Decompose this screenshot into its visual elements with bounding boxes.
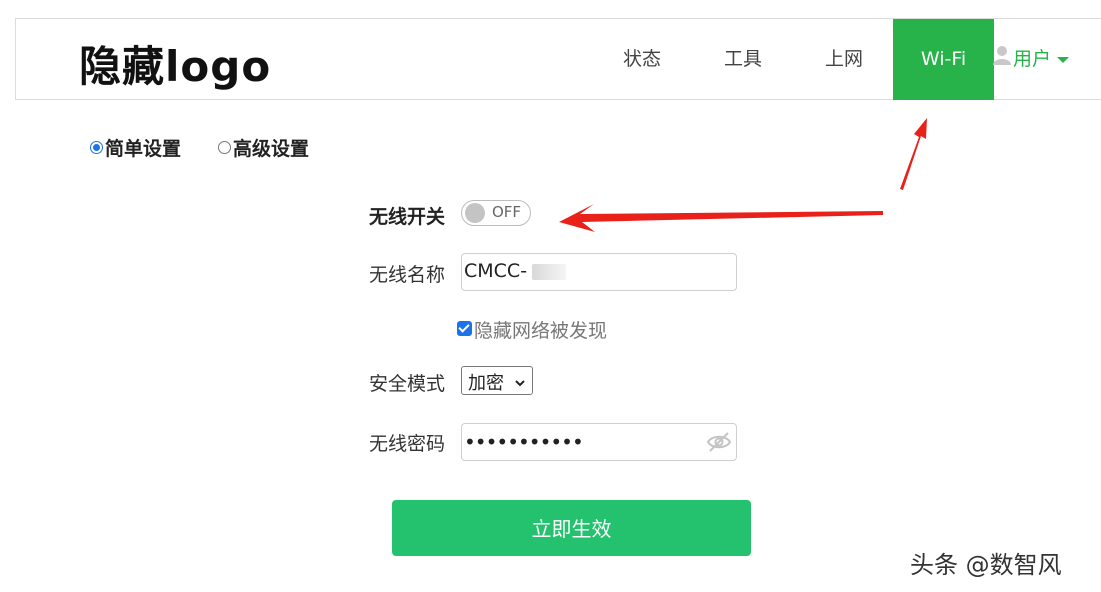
chevron-down-icon: [514, 373, 526, 394]
hide-network-label: 隐藏网络被发现: [474, 320, 608, 342]
radio-advanced-label: 高级设置: [233, 138, 310, 160]
radio-unchecked-icon: [218, 141, 231, 154]
wifi-switch-label: 无线开关: [369, 206, 446, 228]
wifi-switch-toggle[interactable]: OFF: [461, 200, 531, 226]
ssid-input[interactable]: CMCC-: [461, 253, 737, 291]
watermark: 头条 @数智风: [910, 551, 1062, 579]
password-input[interactable]: •••••••••••: [461, 423, 737, 461]
toggle-state: OFF: [492, 203, 522, 221]
nav-wifi[interactable]: Wi-Fi: [893, 19, 994, 100]
user-icon: [993, 19, 1011, 100]
radio-checked-icon: [90, 141, 103, 154]
radio-simple-setup[interactable]: 简单设置: [90, 134, 181, 161]
nav-internet[interactable]: 上网: [804, 19, 884, 100]
logo: 隐藏logo: [79, 42, 272, 91]
radio-simple-label: 简单设置: [105, 138, 182, 160]
header-bar: 隐藏logo 状态 工具 上网 Wi-Fi 用户: [15, 18, 1101, 100]
security-mode-value: 加密: [468, 373, 504, 394]
toggle-knob: [465, 203, 485, 223]
ssid-label: 无线名称: [369, 264, 446, 286]
security-mode-label: 安全模式: [369, 373, 446, 395]
nav-status[interactable]: 状态: [602, 19, 682, 100]
radio-advanced-setup[interactable]: 高级设置: [218, 134, 309, 161]
annotation-arrow-to-switch: [559, 204, 883, 232]
user-menu[interactable]: 用户: [993, 19, 1070, 100]
user-menu-label: 用户: [1013, 48, 1052, 70]
password-label: 无线密码: [369, 433, 446, 455]
annotation-arrow-to-wifi-tab: [900, 118, 927, 190]
chevron-down-icon: [1057, 56, 1070, 63]
apply-button[interactable]: 立即生效: [392, 500, 751, 556]
checkbox-checked-icon: [457, 321, 472, 336]
hide-network-checkbox[interactable]: 隐藏网络被发现: [457, 316, 607, 343]
ssid-value: CMCC-: [464, 260, 528, 282]
password-value: •••••••••••: [464, 430, 584, 454]
nav-tools[interactable]: 工具: [703, 19, 783, 100]
security-mode-select[interactable]: 加密: [461, 366, 533, 395]
eye-off-icon[interactable]: [706, 430, 732, 458]
redacted-block: [532, 264, 566, 280]
